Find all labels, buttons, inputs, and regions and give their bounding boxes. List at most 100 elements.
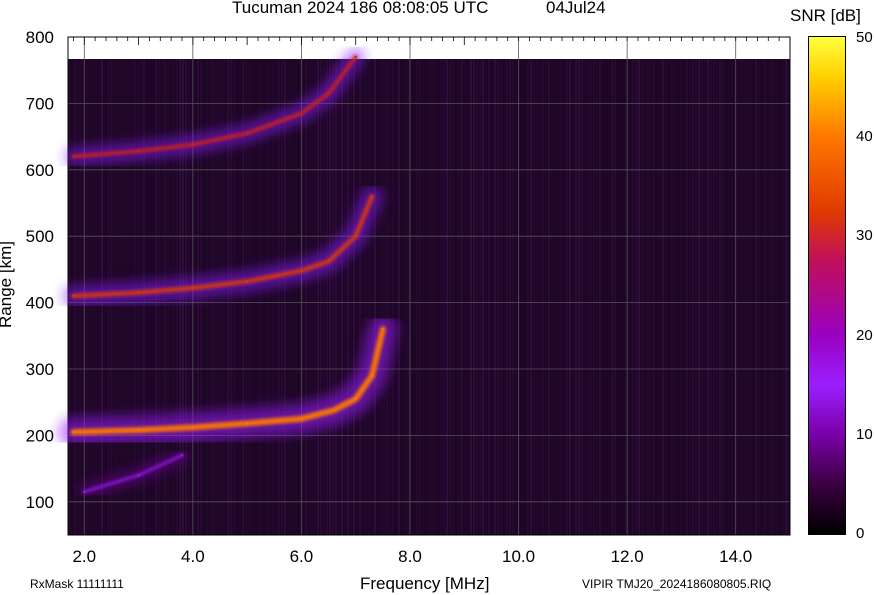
noise-column xyxy=(335,59,337,535)
noise-column xyxy=(701,59,703,535)
x-tick-label: 12.0 xyxy=(611,547,644,566)
noise-column xyxy=(614,59,616,535)
y-tick-label: 300 xyxy=(26,360,54,379)
noise-column xyxy=(431,59,433,535)
noise-column xyxy=(413,59,415,535)
noise-column xyxy=(386,59,388,535)
noise-column xyxy=(494,59,496,535)
noise-column xyxy=(713,59,715,535)
trace-point xyxy=(72,155,75,158)
trace-point xyxy=(327,260,330,263)
noise-column xyxy=(446,59,448,535)
noise-column xyxy=(347,59,349,535)
colorbar-tick-label: 40 xyxy=(856,128,873,146)
noise-column xyxy=(530,59,532,535)
noise-column xyxy=(746,59,748,535)
noise-column xyxy=(527,59,529,535)
noise-column xyxy=(374,59,376,535)
noise-column xyxy=(761,59,763,535)
noise-column xyxy=(629,59,631,535)
noise-column xyxy=(707,59,709,535)
noise-column xyxy=(524,59,526,535)
noise-column xyxy=(482,59,484,535)
noise-column xyxy=(779,59,781,535)
noise-column xyxy=(383,59,385,535)
noise-column xyxy=(641,59,643,535)
noise-column xyxy=(467,59,469,535)
colorbar-tick-label: 10 xyxy=(856,425,873,443)
noise-column xyxy=(674,59,676,535)
noise-column xyxy=(206,59,208,535)
x-axis-label: Frequency [MHz] xyxy=(360,574,490,593)
noise-column xyxy=(608,59,610,535)
noise-column xyxy=(317,59,319,535)
noise-column xyxy=(485,59,487,535)
trace-point xyxy=(245,132,249,135)
noise-column xyxy=(359,59,361,535)
noise-column xyxy=(605,59,607,535)
noise-column xyxy=(650,59,652,535)
trace-point xyxy=(327,92,330,95)
chart-date: 04Jul24 xyxy=(546,0,606,17)
trace-point xyxy=(300,269,303,272)
noise-column xyxy=(572,59,574,535)
noise-column xyxy=(752,59,754,535)
noise-column xyxy=(464,59,466,535)
noise-column xyxy=(512,59,514,535)
noise-column xyxy=(491,59,493,535)
colorbar-tick-label: 20 xyxy=(856,326,873,344)
noise-column xyxy=(488,59,490,535)
noise-column xyxy=(299,59,301,535)
noise-column xyxy=(338,59,340,535)
noise-column xyxy=(611,59,613,535)
trace-point xyxy=(245,280,249,283)
noise-column xyxy=(665,59,667,535)
noise-column xyxy=(212,59,214,535)
noise-column xyxy=(689,59,691,535)
trace-point xyxy=(370,195,374,198)
noise-column xyxy=(644,59,646,535)
noise-column xyxy=(596,59,598,535)
trace-point xyxy=(137,291,140,294)
trace-point xyxy=(354,55,357,59)
noise-column xyxy=(521,59,523,535)
noise-column xyxy=(356,59,358,535)
trace-point xyxy=(137,428,140,432)
noise-column xyxy=(557,59,559,535)
noise-column xyxy=(710,59,712,535)
noise-column xyxy=(560,59,562,535)
noise-column xyxy=(500,59,502,535)
noise-column xyxy=(428,59,430,535)
ionogram-chart: 2.0 4.0 6.0 8.0 10.0 12.0 14.0 100 200 300 400 500 6… xyxy=(26,28,791,566)
noise-column xyxy=(617,59,619,535)
y-axis-label: Range [km] xyxy=(0,241,15,328)
noise-column xyxy=(419,59,421,535)
noise-column xyxy=(476,59,478,535)
noise-column xyxy=(758,59,760,535)
noise-column xyxy=(353,59,355,535)
noise-column xyxy=(281,59,283,535)
colorbar-tick-label: 50 xyxy=(856,29,873,46)
noise-column xyxy=(470,59,472,535)
noise-column xyxy=(341,59,343,535)
noise-column xyxy=(692,59,694,535)
noise-column xyxy=(722,59,724,535)
noise-column xyxy=(533,59,535,535)
noise-column xyxy=(704,59,706,535)
trace-point xyxy=(300,112,303,115)
noise-column xyxy=(398,59,400,535)
noise-column xyxy=(350,59,352,535)
noise-column xyxy=(320,59,322,535)
noise-column xyxy=(575,59,577,535)
x-tick-label: 14.0 xyxy=(719,547,752,566)
noise-column xyxy=(434,59,436,535)
noise-column xyxy=(737,59,739,535)
noise-column xyxy=(389,59,391,535)
y-tick-label: 400 xyxy=(26,294,54,313)
trace-point xyxy=(191,286,195,290)
noise-column xyxy=(323,59,325,535)
noise-column xyxy=(311,59,313,535)
noise-column xyxy=(479,59,481,535)
trace-point xyxy=(191,426,195,429)
trace-point xyxy=(137,474,140,477)
